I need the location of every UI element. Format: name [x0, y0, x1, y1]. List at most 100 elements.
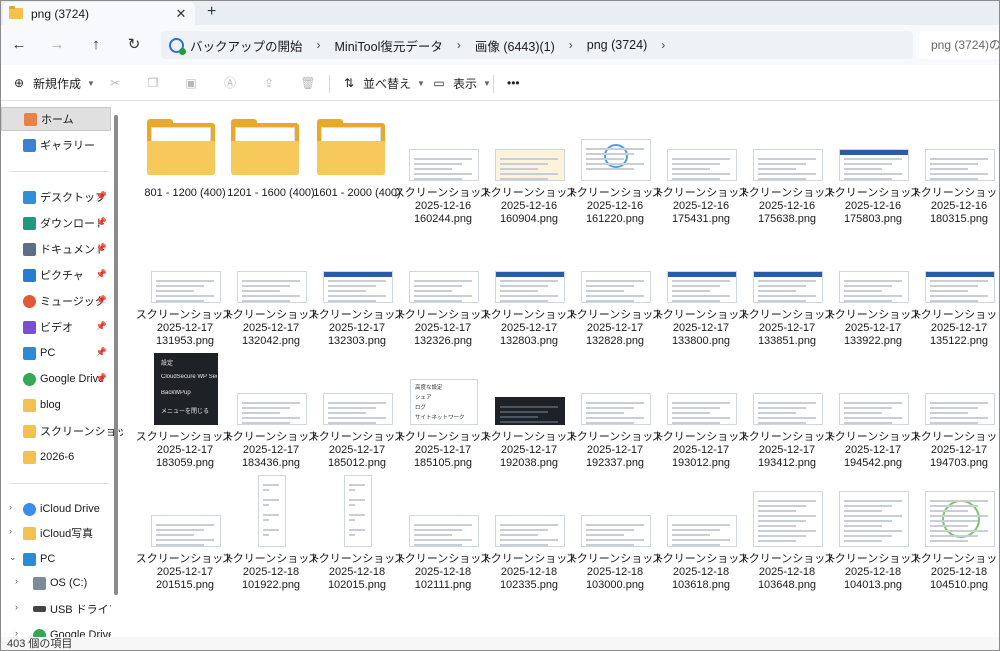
file-thumbnail — [753, 271, 823, 303]
sidebar-item-home[interactable]: ホーム — [1, 107, 111, 131]
file-thumbnail — [581, 139, 651, 181]
search-input[interactable]: png (3724)の検索 — [919, 31, 999, 59]
file-thumbnail — [839, 271, 909, 303]
sidebar-scrollbar[interactable] — [114, 115, 118, 595]
chevron-right-icon[interactable]: › — [15, 602, 18, 612]
sidebar-item-icloud-photos[interactable]: › iCloud写真 — [1, 521, 111, 545]
file-label-line: 135122.png — [929, 335, 989, 347]
sidebar-item-downloads[interactable]: ダウンロード 📌 — [1, 211, 111, 235]
sidebar-item-label: ピクチャ — [40, 270, 84, 282]
new-tab-button[interactable]: + — [207, 3, 216, 21]
file-thumbnail — [839, 393, 909, 425]
file-label-line: スクリーンショット — [823, 187, 923, 199]
file-label-line: 160244.png — [413, 213, 473, 225]
file-label-line: 2025-12-17 — [500, 444, 558, 456]
file-label: スクリーンショット 2025-12-17 132803.png — [479, 309, 579, 348]
file-thumbnail — [323, 393, 393, 425]
sidebar-item-2026-6[interactable]: 2026-6 — [1, 445, 111, 469]
breadcrumb-item[interactable]: バックアップの開始 — [190, 36, 303, 55]
divider — [9, 483, 109, 484]
sidebar-item-pictures[interactable]: ピクチャ 📌 — [1, 263, 111, 287]
sort-button[interactable]: ⇅ 並べ替え ▼ — [341, 73, 425, 93]
sidebar-item-blog[interactable]: blog — [1, 393, 111, 417]
file-label: スクリーンショット 2025-12-18 102015.png — [307, 553, 407, 592]
file-label-line: 103648.png — [757, 579, 817, 591]
view-button[interactable]: ▭ 表示 ▼ — [431, 73, 491, 93]
paste-button[interactable]: ▣ — [183, 73, 205, 93]
breadcrumb-item[interactable]: png (3724) — [587, 38, 647, 52]
file-label-line: スクリーンショット — [565, 553, 665, 565]
rename-button[interactable]: Ⓐ — [222, 73, 244, 93]
new-button[interactable]: ⊕ 新規作成 ▼ — [11, 73, 95, 93]
sidebar-item-label: iCloud写真 — [40, 528, 94, 540]
file-thumbnail — [237, 271, 307, 303]
sidebar-item-pc-quick[interactable]: PC 📌 — [1, 341, 111, 365]
file-label: スクリーンショット 2025-12-16 160244.png — [393, 187, 493, 226]
breadcrumb-item[interactable]: MiniTool復元データ — [335, 36, 443, 55]
download-icon — [23, 216, 36, 230]
file-label-line: 180315.png — [929, 213, 989, 225]
file-grid: 801 - 1200 (400) 1201 - 1600 (400) 1601 … — [123, 101, 999, 637]
file-thumbnail — [667, 271, 737, 303]
file-thumbnail — [258, 475, 286, 547]
file-thumbnail — [667, 515, 737, 547]
more-icon: ••• — [507, 76, 520, 90]
breadcrumb-item[interactable]: 画像 (6443)(1) — [475, 36, 555, 55]
sidebar-item-screenshots[interactable]: スクリーンショット — [1, 419, 138, 443]
file-thumbnail — [753, 149, 823, 181]
sidebar-item-gallery[interactable]: ギャラリー — [1, 133, 111, 157]
sidebar-item-pc[interactable]: ⌄ PC — [1, 547, 111, 571]
file-label-line: 2025-12-18 — [500, 566, 558, 578]
file-label-line: 175803.png — [843, 213, 903, 225]
delete-button[interactable]: 🗑 — [300, 73, 322, 93]
pin-icon: 📌 — [95, 295, 107, 305]
file-label-line: スクリーンショット — [221, 309, 321, 321]
file-label-line: スクリーンショット — [737, 553, 837, 565]
share-button[interactable]: ⇪ — [261, 73, 283, 93]
file-thumbnail — [581, 393, 651, 425]
file-thumbnail — [667, 393, 737, 425]
refresh-button[interactable]: ↻ — [124, 35, 144, 55]
file-label-line: 132326.png — [413, 335, 473, 347]
file-label-line: スクリーンショット — [565, 431, 665, 443]
sidebar-item-documents[interactable]: ドキュメント 📌 — [1, 237, 111, 261]
chevron-right-icon[interactable]: › — [9, 526, 12, 536]
back-button[interactable]: ← — [9, 35, 29, 55]
breadcrumb[interactable]: バックアップの開始 › MiniTool復元データ › 画像 (6443)(1)… — [161, 31, 913, 59]
file-label-line: 2025-12-17 — [328, 444, 386, 456]
file-label-line: 2025-12-17 — [930, 322, 988, 334]
file-label: スクリーンショット 2025-12-17 131953.png — [135, 309, 235, 348]
file-thumbnail — [409, 271, 479, 303]
file-label: スクリーンショット 2025-12-17 192038.png — [479, 431, 579, 470]
chevron-down-icon[interactable]: ⌄ — [9, 552, 17, 563]
chevron-right-icon[interactable]: › — [15, 576, 18, 586]
google-drive-icon — [23, 372, 36, 386]
file-thumbnail — [495, 271, 565, 303]
file-thumbnail — [925, 393, 995, 425]
sidebar-item-google-drive[interactable]: Google Drive 📌 — [1, 367, 111, 391]
file-thumbnail — [753, 491, 823, 547]
more-button[interactable]: ••• — [507, 73, 520, 93]
sidebar-item-usb-d[interactable]: › USB ドライブ (D:) — [1, 597, 111, 621]
copy-button[interactable]: ❐ — [145, 73, 167, 93]
file-label-line: 2025-12-17 — [930, 444, 988, 456]
tab-png[interactable]: png (3724) ✕ — [3, 2, 195, 25]
file-label-line: スクリーンショット — [823, 309, 923, 321]
file-label-line: 133922.png — [843, 335, 903, 347]
sidebar-item-os-c[interactable]: › OS (C:) — [1, 571, 111, 595]
cut-button[interactable]: ✂ — [107, 73, 129, 93]
file-thumbnail — [925, 149, 995, 181]
file-label-line: 183436.png — [241, 457, 301, 469]
file-label: スクリーンショット 2025-12-17 132828.png — [565, 309, 665, 348]
sidebar-item-music[interactable]: ミュージック 📌 — [1, 289, 111, 313]
up-button[interactable]: ↑ — [86, 35, 106, 55]
file-label-line: 193412.png — [757, 457, 817, 469]
forward-button[interactable]: → — [47, 35, 67, 55]
sidebar-item-desktop[interactable]: デスクトップ 📌 — [1, 185, 111, 209]
chevron-right-icon[interactable]: › — [9, 502, 12, 512]
file-label-line: 2025-12-17 — [414, 322, 472, 334]
close-icon[interactable]: ✕ — [173, 6, 189, 22]
sidebar-item-icloud-drive[interactable]: › iCloud Drive — [1, 497, 111, 521]
sidebar-item-videos[interactable]: ビデオ 📌 — [1, 315, 111, 339]
gallery-icon — [23, 138, 36, 152]
